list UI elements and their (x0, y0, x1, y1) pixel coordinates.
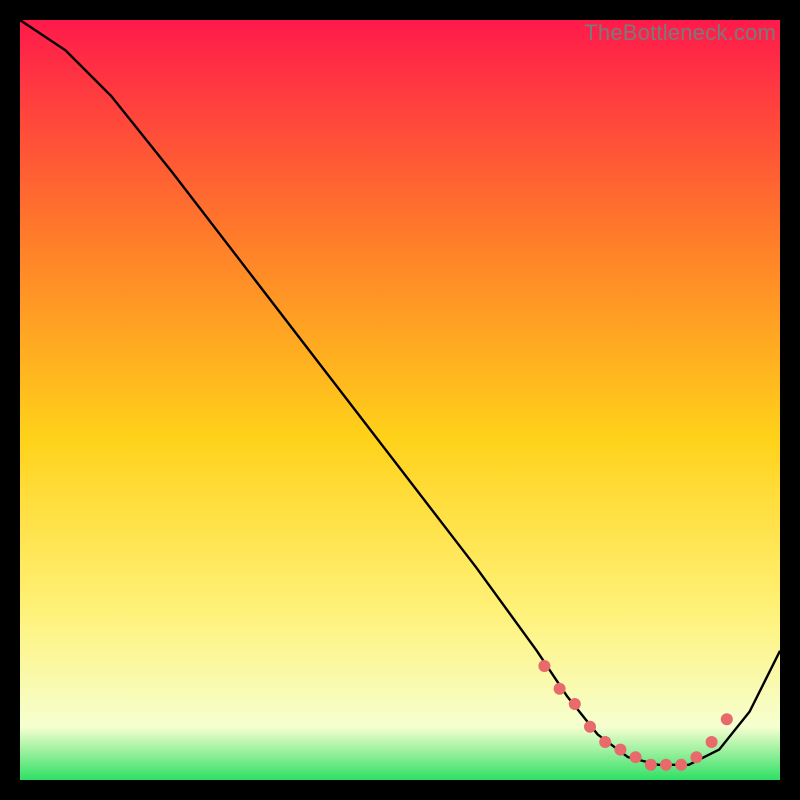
chart-background (20, 20, 780, 780)
highlight-dot (645, 759, 657, 771)
highlight-dot (538, 660, 550, 672)
chart-frame: TheBottleneck.com (20, 20, 780, 780)
highlight-dot (584, 721, 596, 733)
highlight-dot (599, 736, 611, 748)
highlight-dot (690, 751, 702, 763)
highlight-dot (675, 759, 687, 771)
highlight-dot (554, 683, 566, 695)
watermark-text: TheBottleneck.com (584, 20, 776, 46)
highlight-dot (706, 736, 718, 748)
highlight-dot (569, 698, 581, 710)
chart-svg (20, 20, 780, 780)
highlight-dot (721, 713, 733, 725)
highlight-dot (660, 759, 672, 771)
highlight-dot (614, 744, 626, 756)
highlight-dot (630, 751, 642, 763)
